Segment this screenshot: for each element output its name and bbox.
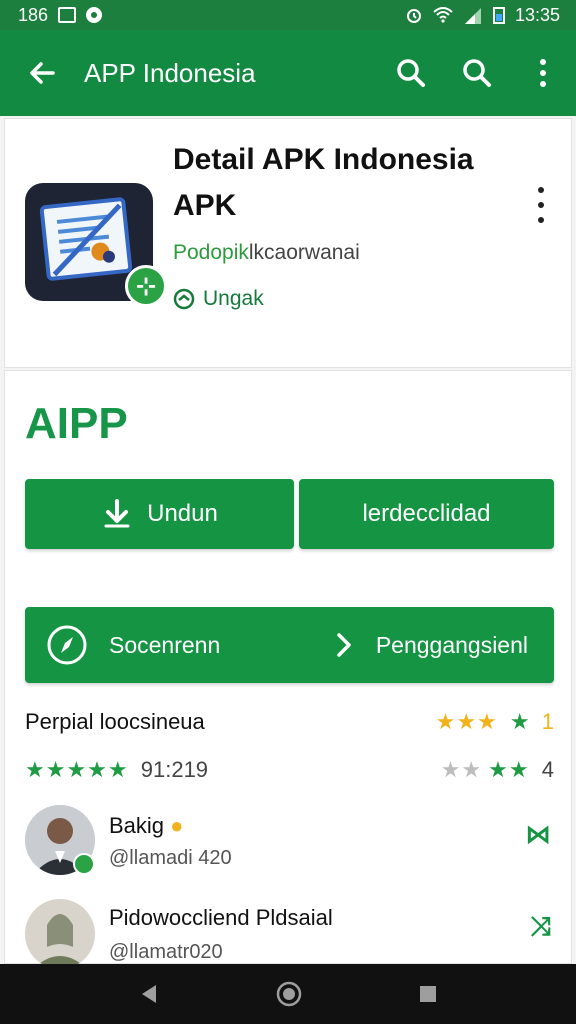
app-badge-icon: ⊹ <box>125 265 167 307</box>
green-stars: ★★ <box>488 757 530 782</box>
gold-badge-icon: ● <box>170 813 184 838</box>
rating-stars: ★★★ ★ 1 <box>436 709 554 735</box>
developer-rest: lkcaorwanai <box>248 241 360 264</box>
download-button[interactable]: Undun <box>25 479 294 549</box>
back-button[interactable] <box>0 30 84 116</box>
share-button[interactable]: ⤨ <box>530 911 551 943</box>
reviews-row: ★★★★★ 91:219 ★★ ★★ 4 <box>25 757 554 783</box>
detail-card: AIPP Undun lerdecclidad Socenrenn Pengga… <box>4 370 572 969</box>
app-bar: APP Indonesia <box>0 30 576 116</box>
back-arrow-icon <box>30 62 55 84</box>
status-bar: 186 13:35 <box>0 0 576 30</box>
compass-icon <box>47 625 87 665</box>
review-count: 91:219 <box>140 757 209 782</box>
download-label: Undun <box>147 500 218 527</box>
app-bar-title: APP Indonesia <box>84 57 256 88</box>
status-time-left: 186 <box>18 4 49 25</box>
app-name-heading: AIPP <box>25 399 128 448</box>
search-button-2[interactable] <box>444 30 510 116</box>
alarm-icon <box>406 9 421 23</box>
record-icon <box>86 7 103 23</box>
review-stars: ★★★★★ <box>25 757 129 782</box>
manage-label: Penggangsienl <box>375 631 528 658</box>
overflow-menu-button[interactable] <box>510 30 576 116</box>
upload-icon <box>173 288 195 310</box>
title-line-2: APK <box>173 189 237 222</box>
user-name[interactable]: Bakig ● <box>109 813 183 839</box>
rating-row: Perpial loocsineua ★★★ ★ 1 <box>25 709 554 735</box>
download-icon <box>104 499 130 528</box>
search-icon <box>397 59 425 87</box>
notification-icon <box>58 7 77 23</box>
app-header-card: ⊹ Detail APK Indonesia APK Podopiklkcaor… <box>4 118 572 368</box>
page-title: Detail APK Indonesia APK <box>173 137 523 229</box>
gold-stars: ★★★ <box>435 709 498 734</box>
signal-icon <box>464 8 481 24</box>
green-star: ★ <box>509 709 530 734</box>
search-button[interactable] <box>378 30 444 116</box>
developer-highlight: Podopik <box>173 241 249 264</box>
follow-button[interactable]: ⋈ <box>525 819 551 850</box>
nav-home-icon[interactable] <box>276 981 302 1007</box>
nav-back-icon[interactable] <box>138 983 160 1005</box>
secondary-button[interactable]: lerdecclidad <box>299 479 554 549</box>
app-icon[interactable]: ⊹ <box>25 183 167 307</box>
title-line-1: Detail APK Indonesia <box>173 143 474 176</box>
developer-name[interactable]: Podopiklkcaorwanai <box>173 241 360 265</box>
rating-label: Perpial loocsineua <box>25 709 205 734</box>
system-nav-bar <box>0 964 576 1024</box>
nav-recents-icon[interactable] <box>418 984 438 1004</box>
user-handle: @llamadi 420 <box>109 847 232 869</box>
security-label: Socenrenn <box>109 631 221 658</box>
secondary-label: lerdecclidad <box>362 500 491 527</box>
avatar[interactable] <box>25 899 95 969</box>
grey-stars: ★★ <box>440 757 483 782</box>
status-time-right: 13:35 <box>514 4 560 25</box>
review-right-count: 4 <box>541 757 554 782</box>
rating-count: 1 <box>541 709 554 734</box>
upload-label: Ungak <box>203 287 264 310</box>
upload-link[interactable]: Ungak <box>173 287 264 311</box>
document-icon <box>39 196 133 282</box>
security-action-bar[interactable]: Socenrenn Penggangsienl <box>25 607 554 683</box>
chevron-right-icon <box>337 633 351 657</box>
more-vert-icon <box>540 59 546 87</box>
search-icon <box>463 59 491 87</box>
battery-icon <box>492 7 505 24</box>
verified-badge-icon <box>73 853 95 875</box>
user-name[interactable]: Pidowoccliend Pldsaial <box>109 905 333 931</box>
wifi-icon <box>433 7 453 23</box>
header-more-button[interactable] <box>531 187 551 223</box>
user-handle: @llamatr020 <box>109 941 223 963</box>
